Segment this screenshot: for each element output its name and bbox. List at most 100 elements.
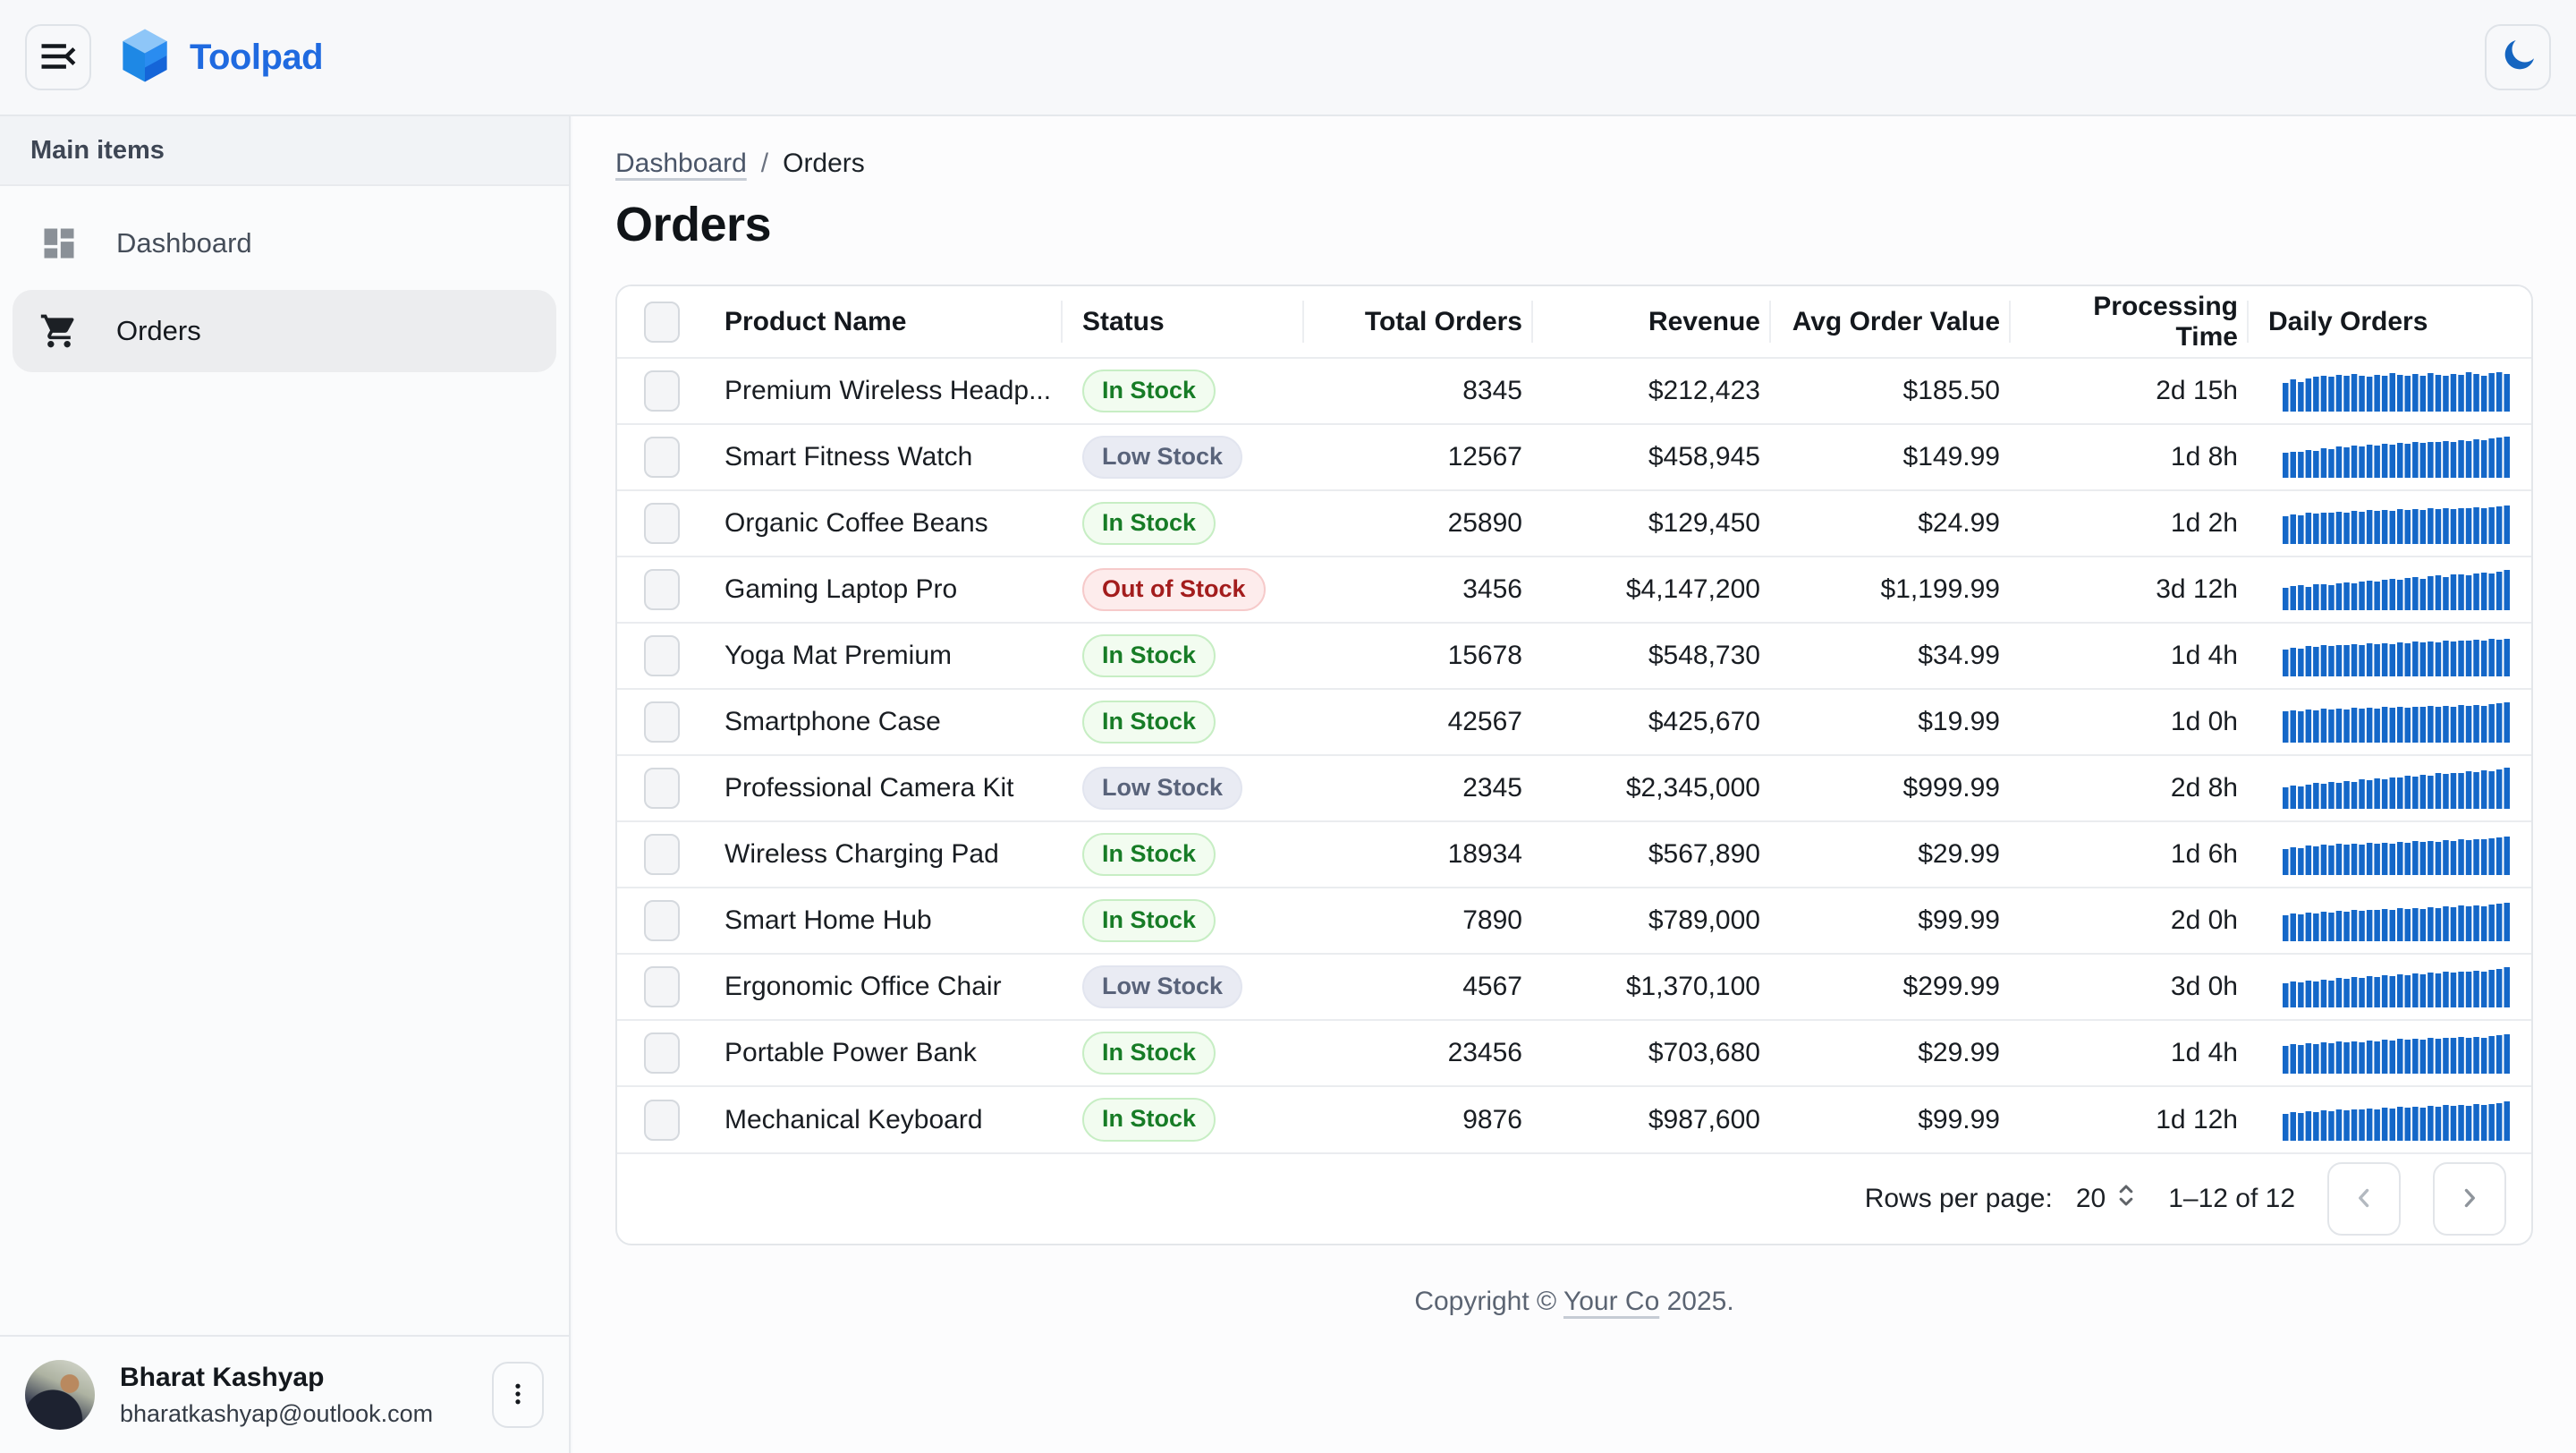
table-row[interactable]: Wireless Charging PadIn Stock18934$567,8… [617, 821, 2531, 888]
cell-total-orders: 25890 [1302, 490, 1531, 557]
brand[interactable]: Toolpad [118, 27, 323, 89]
cell-status: In Stock [1061, 1020, 1302, 1086]
header-checkbox-cell [617, 286, 703, 358]
row-checkbox[interactable] [644, 569, 680, 610]
theme-toggle-button[interactable] [2485, 24, 2551, 90]
cell-product-name: Premium Wireless Headp... [703, 358, 1061, 424]
cell-status: In Stock [1061, 888, 1302, 954]
footer: Copyright © Your Co 2025. [615, 1245, 2533, 1353]
row-checkbox[interactable] [644, 834, 680, 875]
table-row[interactable]: Smartphone CaseIn Stock42567$425,670$19.… [617, 689, 2531, 755]
row-checkbox[interactable] [644, 370, 680, 412]
company-link[interactable]: Your Co [1563, 1287, 1659, 1316]
table-row[interactable]: Ergonomic Office ChairLow Stock4567$1,37… [617, 954, 2531, 1020]
table-row[interactable]: Premium Wireless Headp...In Stock8345$21… [617, 358, 2531, 424]
table-row[interactable]: Professional Camera KitLow Stock2345$2,3… [617, 755, 2531, 821]
moon-icon [2497, 36, 2538, 80]
table-row[interactable]: Gaming Laptop ProOut of Stock3456$4,147,… [617, 557, 2531, 623]
table-row[interactable]: Yoga Mat PremiumIn Stock15678$548,730$34… [617, 623, 2531, 689]
cell-checkbox [617, 888, 703, 954]
sidebar-item-dashboard[interactable]: Dashboard [13, 202, 556, 285]
cell-total-orders: 15678 [1302, 623, 1531, 689]
cell-daily-orders [2247, 490, 2531, 557]
cell-revenue: $425,670 [1531, 689, 1769, 755]
column-header-processing-time[interactable]: Processing Time [2009, 286, 2247, 358]
row-checkbox[interactable] [644, 503, 680, 544]
cell-status: In Stock [1061, 490, 1302, 557]
cell-status: In Stock [1061, 689, 1302, 755]
cell-processing-time: 1d 6h [2009, 821, 2247, 888]
row-checkbox[interactable] [644, 635, 680, 676]
cell-checkbox [617, 623, 703, 689]
row-checkbox[interactable] [644, 437, 680, 478]
rows-per-page-label: Rows per page: [1865, 1184, 2053, 1214]
status-badge: Low Stock [1082, 767, 1242, 810]
rows-per-page: Rows per page: 20 [1865, 1182, 2137, 1216]
rows-per-page-select[interactable]: 20 [2076, 1182, 2136, 1216]
column-header-revenue[interactable]: Revenue [1531, 286, 1769, 358]
row-checkbox[interactable] [644, 1100, 680, 1141]
app-window: Toolpad Main items DashboardOrders Bhara… [0, 0, 2576, 1453]
cell-revenue: $2,345,000 [1531, 755, 1769, 821]
cell-status: In Stock [1061, 821, 1302, 888]
copyright-prefix: Copyright © [1414, 1287, 1563, 1316]
cell-daily-orders [2247, 888, 2531, 954]
previous-page-button[interactable] [2327, 1162, 2401, 1236]
cell-checkbox [617, 557, 703, 623]
status-badge: Low Stock [1082, 965, 1242, 1008]
row-checkbox[interactable] [644, 1032, 680, 1074]
column-header-product-name[interactable]: Product Name [703, 286, 1061, 358]
cell-product-name: Yoga Mat Premium [703, 623, 1061, 689]
row-checkbox[interactable] [644, 900, 680, 941]
status-badge: Low Stock [1082, 436, 1242, 479]
cell-revenue: $458,945 [1531, 424, 1769, 490]
cell-processing-time: 1d 12h [2009, 1086, 2247, 1152]
daily-orders-sparkline [2283, 569, 2512, 610]
chevron-left-icon [2349, 1183, 2379, 1216]
more-vert-icon [504, 1381, 531, 1410]
pagination-bar: Rows per page: 20 1–12 of 12 [617, 1152, 2531, 1244]
cell-avg-order-value: $99.99 [1769, 1086, 2009, 1152]
collapse-sidebar-button[interactable] [25, 24, 91, 90]
table-row[interactable]: Organic Coffee BeansIn Stock25890$129,45… [617, 490, 2531, 557]
cell-checkbox [617, 424, 703, 490]
sidebar-item-orders[interactable]: Orders [13, 290, 556, 372]
column-header-daily-orders[interactable]: Daily Orders [2247, 286, 2531, 358]
table-row[interactable]: Smart Fitness WatchLow Stock12567$458,94… [617, 424, 2531, 490]
user-avatar[interactable] [25, 1360, 95, 1430]
column-header-status[interactable]: Status [1061, 286, 1302, 358]
daily-orders-sparkline [2283, 768, 2512, 809]
row-checkbox[interactable] [644, 701, 680, 743]
daily-orders-sparkline [2283, 834, 2512, 875]
user-menu-button[interactable] [492, 1362, 544, 1428]
chevron-right-icon [2454, 1183, 2485, 1216]
cell-checkbox [617, 1020, 703, 1086]
table-header-row: Product NameStatusTotal OrdersRevenueAvg… [617, 286, 2531, 358]
cell-product-name: Gaming Laptop Pro [703, 557, 1061, 623]
select-all-checkbox[interactable] [644, 302, 680, 343]
next-page-button[interactable] [2433, 1162, 2506, 1236]
column-header-avg-order-value[interactable]: Avg Order Value [1769, 286, 2009, 358]
cell-product-name: Smartphone Case [703, 689, 1061, 755]
table-row[interactable]: Portable Power BankIn Stock23456$703,680… [617, 1020, 2531, 1086]
spinner-icon [2116, 1182, 2136, 1216]
pagination-range: 1–12 of 12 [2168, 1184, 2295, 1214]
row-checkbox[interactable] [644, 768, 680, 809]
table-row[interactable]: Mechanical KeyboardIn Stock9876$987,600$… [617, 1086, 2531, 1152]
cell-revenue: $4,147,200 [1531, 557, 1769, 623]
breadcrumb-separator: / [761, 149, 768, 179]
breadcrumb-dashboard-link[interactable]: Dashboard [615, 149, 747, 179]
status-badge: In Stock [1082, 833, 1216, 876]
row-checkbox[interactable] [644, 966, 680, 1007]
cell-avg-order-value: $149.99 [1769, 424, 2009, 490]
column-header-total-orders[interactable]: Total Orders [1302, 286, 1531, 358]
status-badge: In Stock [1082, 1032, 1216, 1075]
table-row[interactable]: Smart Home HubIn Stock7890$789,000$99.99… [617, 888, 2531, 954]
cell-revenue: $548,730 [1531, 623, 1769, 689]
sidebar-item-label: Orders [116, 315, 201, 347]
cell-total-orders: 4567 [1302, 954, 1531, 1020]
cell-status: Low Stock [1061, 954, 1302, 1020]
dashboard-icon [39, 224, 79, 263]
page-title: Orders [615, 197, 2533, 252]
cell-revenue: $129,450 [1531, 490, 1769, 557]
